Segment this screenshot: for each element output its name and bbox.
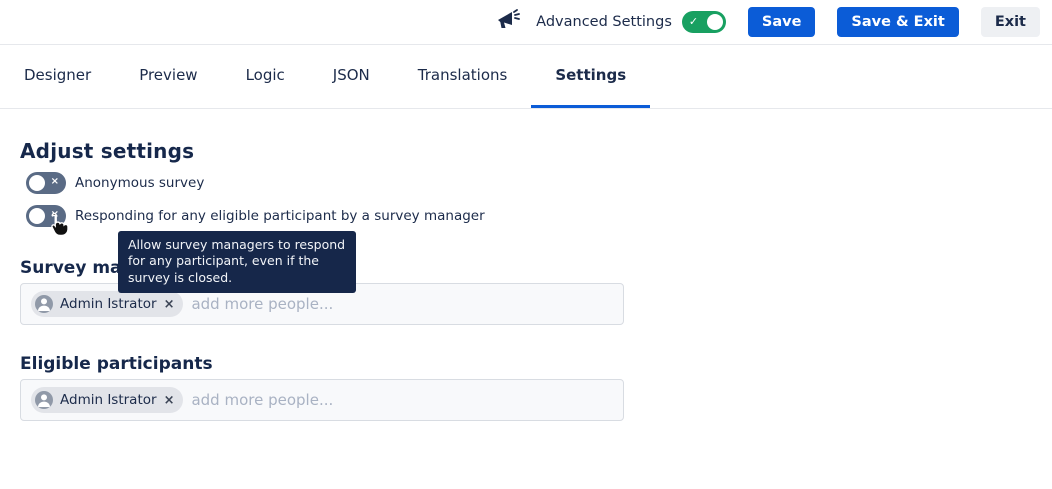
person-tag: Admin Istrator × (31, 291, 183, 317)
person-icon (35, 295, 53, 313)
tag-name: Admin Istrator (60, 296, 157, 312)
responding-label: Responding for any eligible participant … (75, 208, 485, 224)
exit-button[interactable]: Exit (981, 7, 1040, 37)
tab-translations[interactable]: Translations (394, 45, 532, 108)
tab-preview[interactable]: Preview (115, 45, 221, 108)
anonymous-survey-row: × Anonymous survey (26, 172, 204, 194)
avatar (35, 295, 53, 313)
tab-logic[interactable]: Logic (222, 45, 309, 108)
toggle-knob (29, 208, 45, 224)
tab-settings[interactable]: Settings (531, 45, 650, 108)
remove-tag-icon[interactable]: × (164, 298, 175, 311)
megaphone-icon (496, 9, 522, 35)
toggle-knob (29, 175, 45, 191)
save-and-exit-button[interactable]: Save & Exit (837, 7, 958, 37)
toggle-knob (707, 14, 723, 30)
person-tag: Admin Istrator × (31, 387, 183, 413)
tab-json[interactable]: JSON (309, 45, 394, 108)
advanced-settings-label: Advanced Settings (536, 14, 672, 30)
advanced-settings-toggle[interactable]: ✓ (682, 11, 726, 33)
add-people-input[interactable] (191, 391, 613, 409)
check-icon: ✓ (689, 16, 698, 27)
page-title: Adjust settings (20, 139, 194, 163)
add-people-input[interactable] (191, 295, 613, 313)
anonymous-survey-toggle[interactable]: × (26, 172, 66, 194)
settings-panel: Adjust settings × Anonymous survey × Res… (0, 110, 1052, 489)
tab-designer[interactable]: Designer (0, 45, 115, 108)
top-action-bar: Advanced Settings ✓ Save Save & Exit Exi… (0, 0, 1052, 45)
responding-row: × Responding for any eligible participan… (26, 205, 485, 227)
eligible-participants-heading: Eligible participants (20, 354, 213, 374)
tab-strip: Designer Preview Logic JSON Translations… (0, 45, 1052, 109)
remove-tag-icon[interactable]: × (164, 394, 175, 407)
anonymous-survey-label: Anonymous survey (75, 175, 204, 191)
hand-pointer-cursor-icon (46, 213, 68, 239)
avatar (35, 391, 53, 409)
eligible-participants-input[interactable]: Admin Istrator × (20, 379, 624, 421)
x-icon: × (51, 177, 59, 187)
tag-name: Admin Istrator (60, 392, 157, 408)
save-button[interactable]: Save (748, 7, 816, 37)
person-icon (35, 391, 53, 409)
tooltip: Allow survey managers to respond for any… (118, 231, 356, 293)
